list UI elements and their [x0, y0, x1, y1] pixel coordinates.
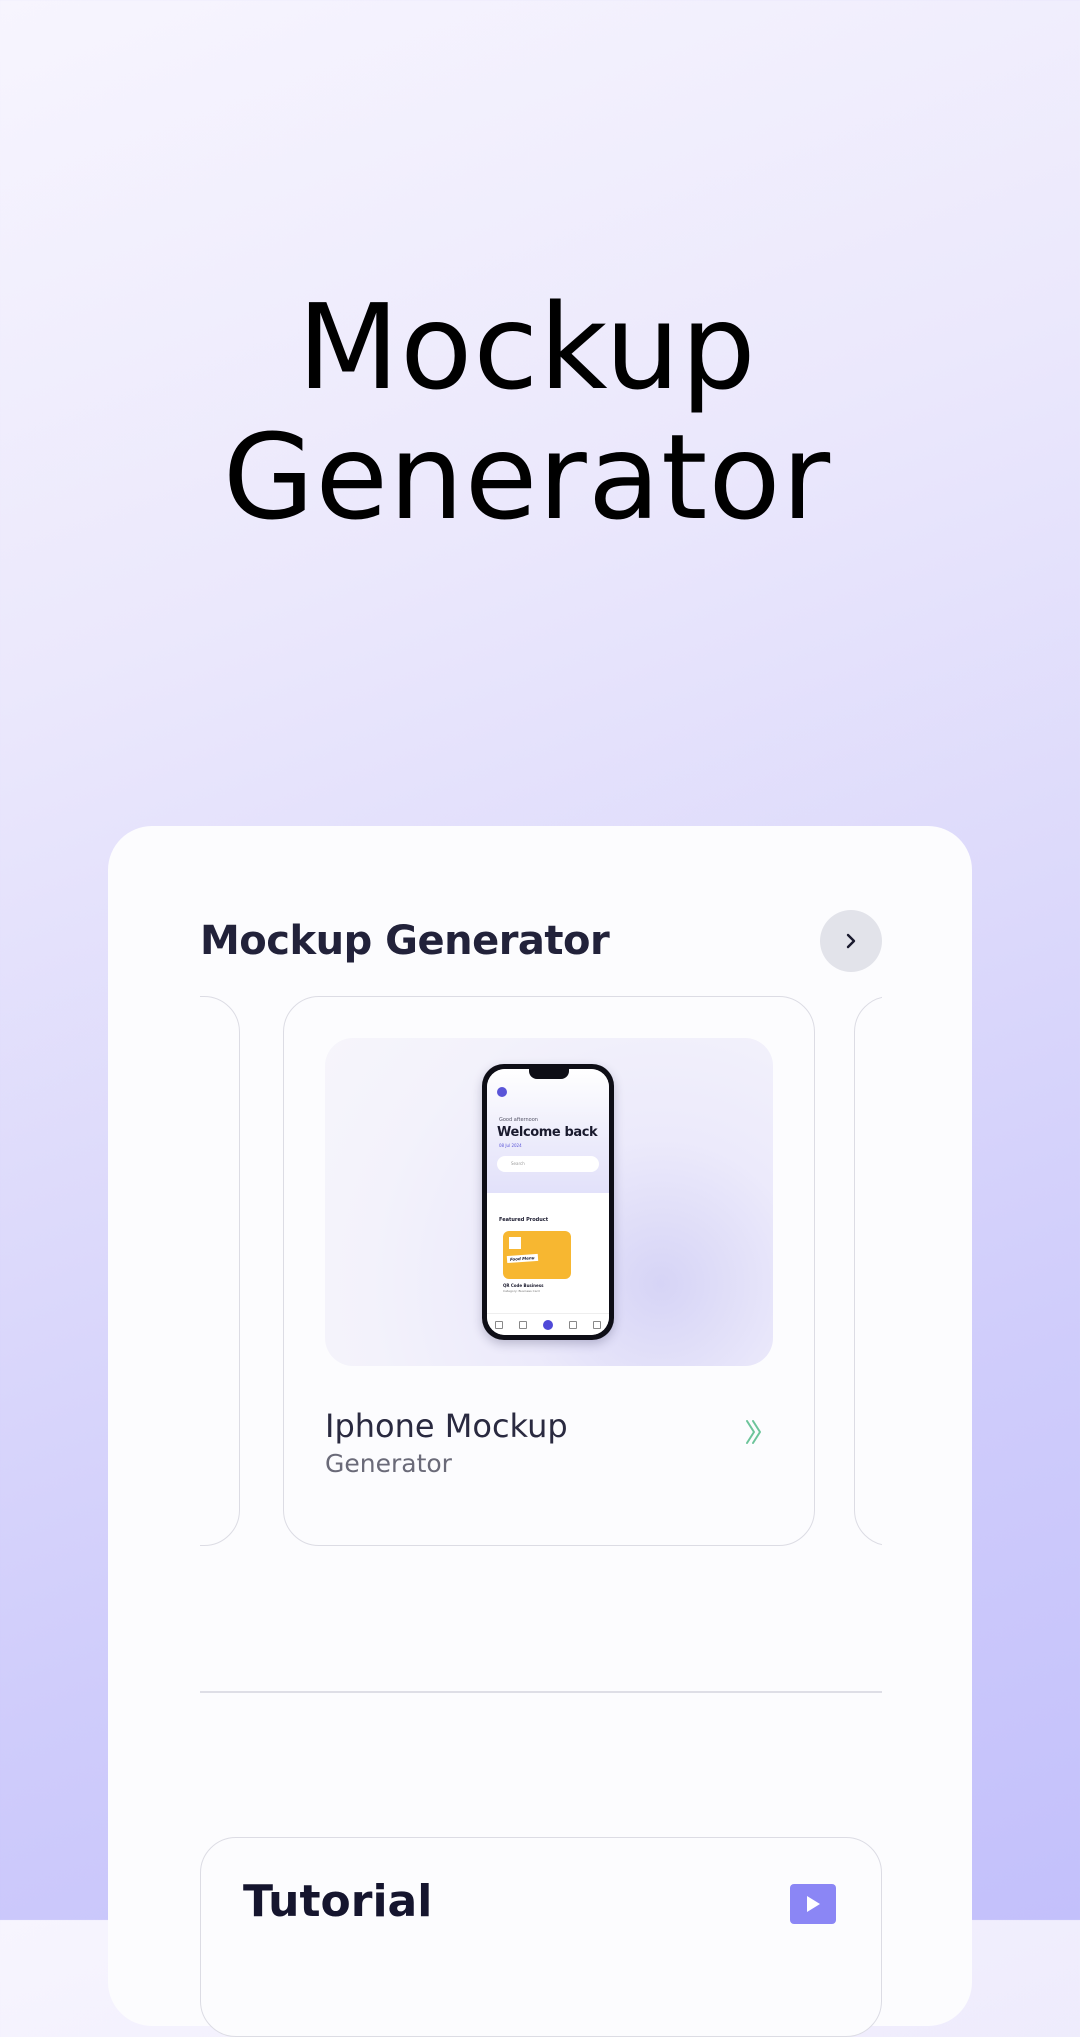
phone-product-category: Category: Business Card	[503, 1289, 540, 1293]
mockup-preview-image: Good afternoon Welcome back 08 Jul 2024 …	[325, 1038, 773, 1366]
carousel-card-iphone-mockup[interactable]: Good afternoon Welcome back 08 Jul 2024 …	[283, 996, 815, 1546]
phone-screen: Good afternoon Welcome back 08 Jul 2024 …	[487, 1069, 609, 1335]
nav-cards-icon	[569, 1321, 577, 1329]
content-panel: Mockup Generator Good afternoon Welcome …	[108, 826, 972, 2037]
card-title: Iphone Mockup	[325, 1407, 568, 1445]
phone-notch	[529, 1069, 569, 1079]
chevron-right-icon	[846, 933, 856, 949]
section-divider	[200, 1691, 882, 1693]
nav-settings-icon	[593, 1321, 601, 1329]
hero-title-line-1: Mockup	[297, 278, 757, 416]
phone-date: 08 Jul 2024	[499, 1143, 522, 1148]
mockup-carousel[interactable]: Good afternoon Welcome back 08 Jul 2024 …	[200, 996, 882, 1548]
phone-greeting: Good afternoon	[499, 1117, 538, 1123]
phone-featured-heading: Featured Product	[499, 1217, 549, 1223]
phone-bottom-nav	[487, 1313, 609, 1335]
section-title: Mockup Generator	[200, 918, 610, 964]
hero-title-line-2: Generator	[222, 408, 832, 546]
nav-tools-icon	[519, 1321, 527, 1329]
phone-product-label: Food Menu	[506, 1253, 538, 1264]
phone-product-name: QR Code Business	[503, 1283, 544, 1288]
tutorial-card[interactable]: Tutorial	[200, 1837, 882, 2037]
card-subtitle: Generator	[325, 1449, 452, 1478]
phone-mockup: Good afternoon Welcome back 08 Jul 2024 …	[482, 1064, 614, 1340]
nav-store-icon	[495, 1321, 503, 1329]
carousel-card-next[interactable]	[854, 996, 882, 1546]
carousel-next-button[interactable]	[820, 910, 882, 972]
carousel-card-previous[interactable]	[200, 996, 240, 1546]
tutorial-title: Tutorial	[243, 1876, 433, 1927]
double-chevron-right-icon[interactable]	[744, 1417, 764, 1447]
phone-search: Search	[497, 1156, 599, 1172]
tutorial-play-button[interactable]	[790, 1884, 836, 1924]
qr-code-icon	[509, 1237, 521, 1249]
phone-product-card: Food Menu	[503, 1231, 571, 1279]
phone-welcome: Welcome back	[497, 1125, 598, 1140]
avatar-dot-icon	[497, 1087, 507, 1097]
nav-home-icon	[543, 1320, 553, 1330]
play-icon	[807, 1896, 820, 1912]
hero-title: Mockup Generator	[0, 282, 1054, 542]
